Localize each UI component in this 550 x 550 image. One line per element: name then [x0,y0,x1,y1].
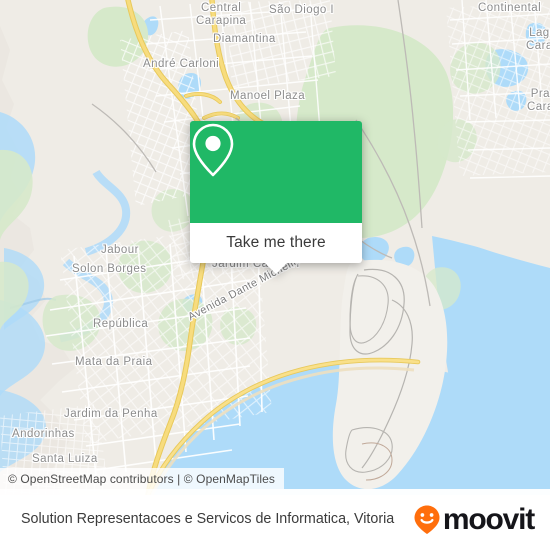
moovit-map-page: Central Carapina São Diogo I Continental… [0,0,550,550]
page-title: Solution Representacoes e Servicos de In… [21,511,395,527]
take-me-there-label: Take me there [226,234,326,251]
map-canvas[interactable]: Central Carapina São Diogo I Continental… [0,0,550,495]
map-attribution[interactable]: © OpenStreetMap contributors | © OpenMap… [0,468,284,489]
popup-pointer-tail [265,263,287,274]
location-pin-icon [192,123,234,177]
attribution-text: © OpenStreetMap contributors | © OpenMap… [8,471,275,486]
moovit-smiley-pin-icon [414,505,440,534]
popup-header [190,121,362,223]
take-me-there-button[interactable]: Take me there [190,223,362,263]
moovit-wordmark: moovit [442,502,535,536]
moovit-brand[interactable]: moovit [412,504,550,535]
location-popup-card[interactable]: Take me there [190,121,362,274]
footer-bar: Solution Representacoes e Servicos de In… [0,489,550,550]
